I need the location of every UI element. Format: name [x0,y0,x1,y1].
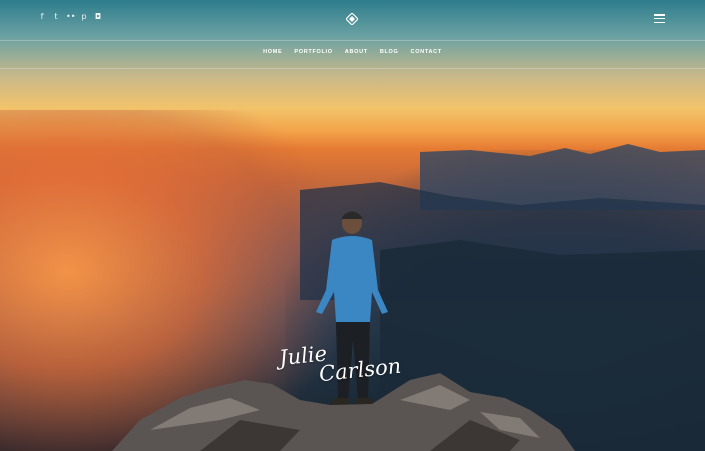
hamburger-menu-icon[interactable] [654,14,665,24]
nav-portfolio[interactable]: PORTFOLIO [294,49,332,55]
nav-home[interactable]: HOME [263,49,282,55]
top-bar: f t •• p ◘ [0,0,705,41]
facebook-icon[interactable]: f [38,13,46,21]
nav-about[interactable]: ABOUT [345,49,368,55]
flickr-icon[interactable]: •• [66,13,75,21]
twitter-icon[interactable]: t [52,13,60,21]
nav-blog[interactable]: BLOG [380,49,399,55]
social-links: f t •• p ◘ [38,13,102,21]
diamond-logo-icon[interactable] [346,13,358,25]
nav-contact[interactable]: CONTACT [411,49,442,55]
pinterest-icon[interactable]: p [80,13,88,21]
main-navigation: HOME PORTFOLIO ABOUT BLOG CONTACT [0,40,705,69]
instagram-icon[interactable]: ◘ [94,13,102,21]
hero-section: f t •• p ◘ HOME PORTFOLIO ABOUT BLOG CON… [0,0,705,451]
